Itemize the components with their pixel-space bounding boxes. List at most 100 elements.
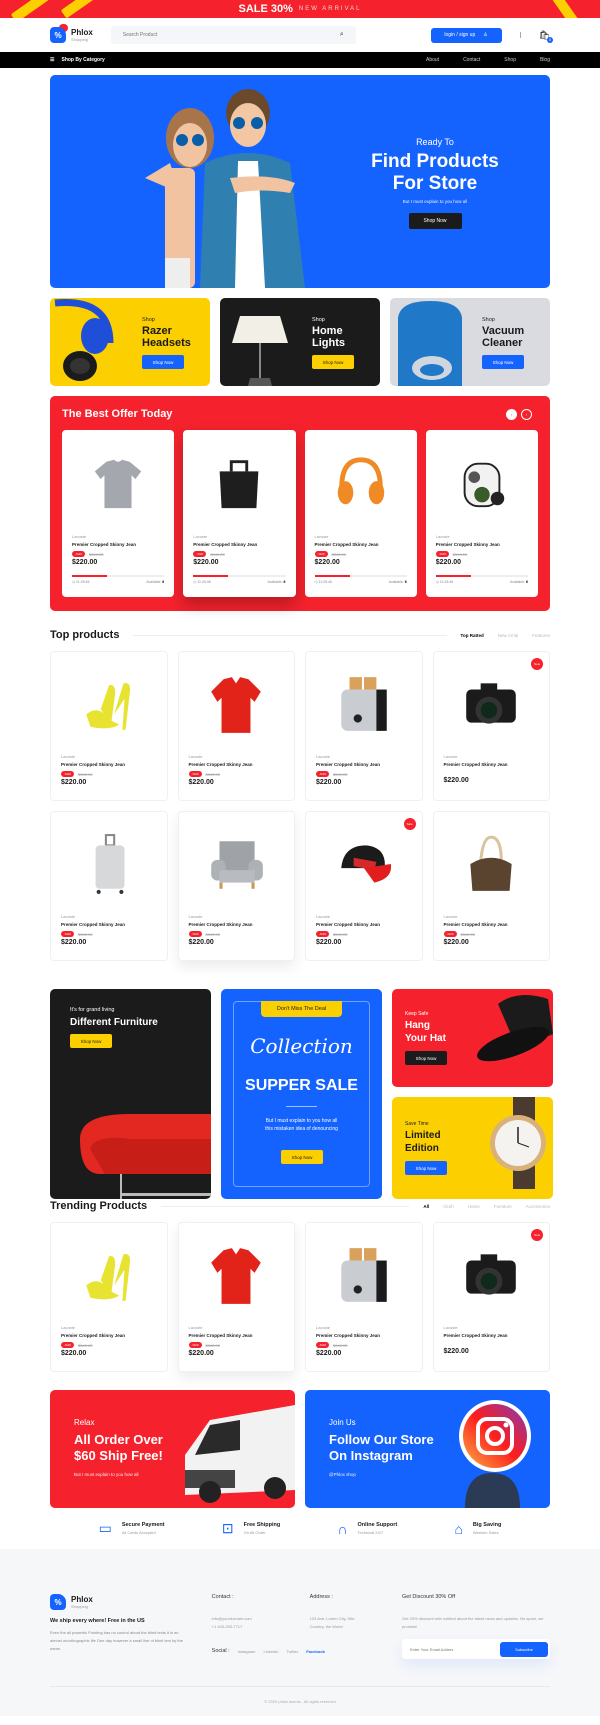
product-image-polo[interactable]	[189, 660, 285, 748]
offer-product-card[interactable]: Lacoste Premier Cropped Skinny Jean -%20 $3…	[304, 430, 417, 597]
product-name[interactable]: Premier Cropped Skinny Jean	[436, 542, 528, 547]
product-card[interactable]: New Lacoste Premier Cropped Skinny Jean $22…	[432, 1222, 550, 1372]
supper-sale-promo[interactable]: Don't Miss The Deal Collection SUPPER SA…	[221, 989, 382, 1199]
tab-home[interactable]: Home	[468, 1204, 480, 1209]
furniture-promo[interactable]: It's for grand living Different Furnitur…	[50, 989, 211, 1199]
product-card[interactable]: Lacoste Premier Cropped Skinny Jean -%20 $3…	[305, 1222, 423, 1372]
product-name[interactable]: Premier Cropped Skinny Jean	[315, 542, 407, 547]
product-image-cap[interactable]	[316, 820, 412, 908]
login-signup-button[interactable]: login / sign up ♙	[430, 27, 502, 43]
tab-cloth[interactable]: Cloth	[443, 1204, 454, 1209]
product-name[interactable]: Premier Cropped Skinny Jean	[189, 1333, 285, 1338]
product-name[interactable]: Premier Cropped Skinny Jean	[193, 542, 285, 547]
tab-furniture[interactable]: Furniture	[494, 1204, 512, 1209]
tab-top-rated[interactable]: Top Ratted	[461, 633, 484, 638]
category-shop-now-button[interactable]: Shop Now	[142, 355, 184, 369]
product-card[interactable]: Lacoste Premier Cropped Skinny Jean -%20 $3…	[305, 651, 423, 801]
discount-badge: -%20	[316, 771, 330, 777]
carousel-next-button[interactable]: ›	[521, 409, 532, 420]
category-shop-now-button[interactable]: Shop Now	[482, 355, 524, 369]
product-image-polo[interactable]	[189, 1231, 285, 1319]
product-image-heels[interactable]	[61, 1231, 157, 1319]
nav-link-contact[interactable]: Contact	[463, 57, 480, 63]
product-image-tote-bag[interactable]	[193, 438, 285, 528]
product-name[interactable]: Premier Cropped Skinny Jean	[61, 762, 157, 767]
watch-promo[interactable]: Save Time Limited Edition Shop Now	[392, 1097, 553, 1199]
nav-link-blog[interactable]: Blog	[540, 57, 550, 63]
product-card[interactable]: Sale Lacoste Premier Cropped Skinny Jean -%…	[305, 811, 423, 961]
sale-shop-now-button[interactable]: Shop Now	[281, 1150, 323, 1164]
hero-shop-now-button[interactable]: Shop Now	[408, 213, 462, 229]
shop-by-category-button[interactable]: ☰ Shop By Category	[50, 57, 105, 63]
product-image-handbag[interactable]	[444, 820, 540, 908]
product-card[interactable]: Lacoste Premier Cropped Skinny Jean -%20 $3…	[432, 811, 550, 961]
furniture-shop-now-button[interactable]: Shop Now	[70, 1034, 112, 1048]
subscribe-button[interactable]: Subscribe	[500, 1641, 548, 1657]
category-card-headsets[interactable]: Shop Razer Headsets Shop Now	[50, 298, 210, 386]
product-card[interactable]: New Lacoste Premier Cropped Skinny Jean $22…	[432, 651, 550, 801]
product-image-toaster[interactable]	[316, 1231, 412, 1319]
category-cards: Shop Razer Headsets Shop Now Shop Home Lig…	[50, 298, 550, 386]
nav-link-shop[interactable]: Shop	[504, 57, 516, 63]
product-card[interactable]: Lacoste Premier Cropped Skinny Jean -%20 $3…	[50, 811, 168, 961]
product-name[interactable]: Premier Cropped Skinny Jean	[61, 922, 157, 927]
stock-progress-bar	[193, 575, 286, 577]
trending-header: Trending Products All Cloth Home Furnitu…	[50, 1200, 550, 1212]
product-image-camera[interactable]	[444, 1231, 540, 1319]
category-card-home-lights[interactable]: Shop Home Lights Shop Now	[220, 298, 380, 386]
product-card[interactable]: Lacoste Premier Cropped Skinny Jean -%20 $3…	[177, 651, 295, 801]
search-icon[interactable]: ⌕	[340, 31, 344, 39]
product-name[interactable]: Premier Cropped Skinny Jean	[316, 1333, 412, 1338]
social-link-instagram[interactable]: Instagram	[238, 1649, 256, 1654]
product-image-headphones[interactable]	[315, 438, 407, 528]
contact-email[interactable]: info@yourdomain.com	[212, 1615, 282, 1623]
logo[interactable]: % Phlox Shopping	[50, 24, 93, 43]
hat-shop-now-button[interactable]: Shop Now	[405, 1051, 447, 1065]
furniture-kicker: It's for grand living	[70, 1007, 115, 1013]
product-card[interactable]: Lacoste Premier Cropped Skinny Jean -%20 $3…	[177, 1222, 295, 1372]
product-image-t-shirt[interactable]	[72, 438, 164, 528]
search-input[interactable]	[122, 32, 303, 38]
nav-link-about[interactable]: About	[426, 57, 439, 63]
watch-shop-now-button[interactable]: Shop Now	[405, 1161, 447, 1175]
product-name[interactable]: Premier Cropped Skinny Jean	[444, 922, 540, 927]
tab-accessories[interactable]: Accessories	[526, 1204, 550, 1209]
hero-title-line2: For Store	[392, 173, 478, 194]
product-image-armchair[interactable]	[189, 820, 285, 908]
offer-product-card[interactable]: Lacoste Premier Cropped Skinny Jean -%20 $3…	[425, 430, 538, 597]
instagram-banner[interactable]: Join Us Follow Our Store On Instagram @Ph…	[305, 1390, 550, 1508]
offer-product-card[interactable]: Lacoste Premier Cropped Skinny Jean -%20 $3…	[62, 430, 175, 597]
product-card[interactable]: Lacoste Premier Cropped Skinny Jean -%20 $3…	[177, 811, 295, 961]
carousel-prev-button[interactable]: ‹	[506, 409, 517, 420]
social-link-linkedin[interactable]: Linkedin	[264, 1649, 279, 1654]
newsletter-email-input[interactable]	[410, 1646, 500, 1652]
product-name[interactable]: Premier Cropped Skinny Jean	[61, 1333, 157, 1338]
tab-all[interactable]: All	[423, 1204, 429, 1209]
product-name[interactable]: Premier Cropped Skinny Jean	[189, 762, 285, 767]
stock-progress-bar	[435, 575, 528, 577]
social-link-facebook[interactable]: Facebook	[306, 1649, 325, 1654]
product-image-toaster[interactable]	[316, 660, 412, 748]
product-image-suitcase[interactable]	[61, 820, 157, 908]
cart-button[interactable]: 🛍 0	[539, 30, 553, 43]
contact-phone[interactable]: +1 403-253-7717	[212, 1623, 282, 1631]
available-count: Available: 6	[267, 580, 286, 584]
offer-product-card[interactable]: Lacoste Premier Cropped Skinny Jean -%20 $3…	[183, 430, 296, 597]
tab-new-arrival[interactable]: New Arrial	[498, 633, 519, 638]
category-card-vacuum-cleaner[interactable]: Shop Vacuum Cleaner Shop Now	[390, 298, 550, 386]
product-image-camera[interactable]	[444, 660, 540, 748]
category-shop-now-button[interactable]: Shop Now	[312, 355, 354, 369]
social-link-twitter[interactable]: Twitter	[286, 1649, 298, 1654]
footer-logo[interactable]: % Phlox Shopping	[50, 1591, 184, 1610]
product-name[interactable]: Premier Cropped Skinny Jean	[189, 922, 285, 927]
product-card[interactable]: Lacoste Premier Cropped Skinny Jean -%20 $3…	[50, 1222, 168, 1372]
product-card[interactable]: Lacoste Premier Cropped Skinny Jean -%20 $3…	[50, 651, 168, 801]
product-image-vacuum[interactable]	[436, 438, 528, 528]
product-image-heels[interactable]	[61, 660, 157, 748]
product-name[interactable]: Premier Cropped Skinny Jean	[72, 542, 164, 547]
hat-promo[interactable]: Keep Safe Hang Your Hat Shop Now	[392, 989, 553, 1087]
tab-features[interactable]: Features	[532, 633, 550, 638]
product-name[interactable]: Premier Cropped Skinny Jean	[316, 762, 412, 767]
product-name[interactable]: Premier Cropped Skinny Jean	[316, 922, 412, 927]
free-shipping-banner[interactable]: Relax All Order Over $60 Ship Free! But I…	[50, 1390, 295, 1508]
